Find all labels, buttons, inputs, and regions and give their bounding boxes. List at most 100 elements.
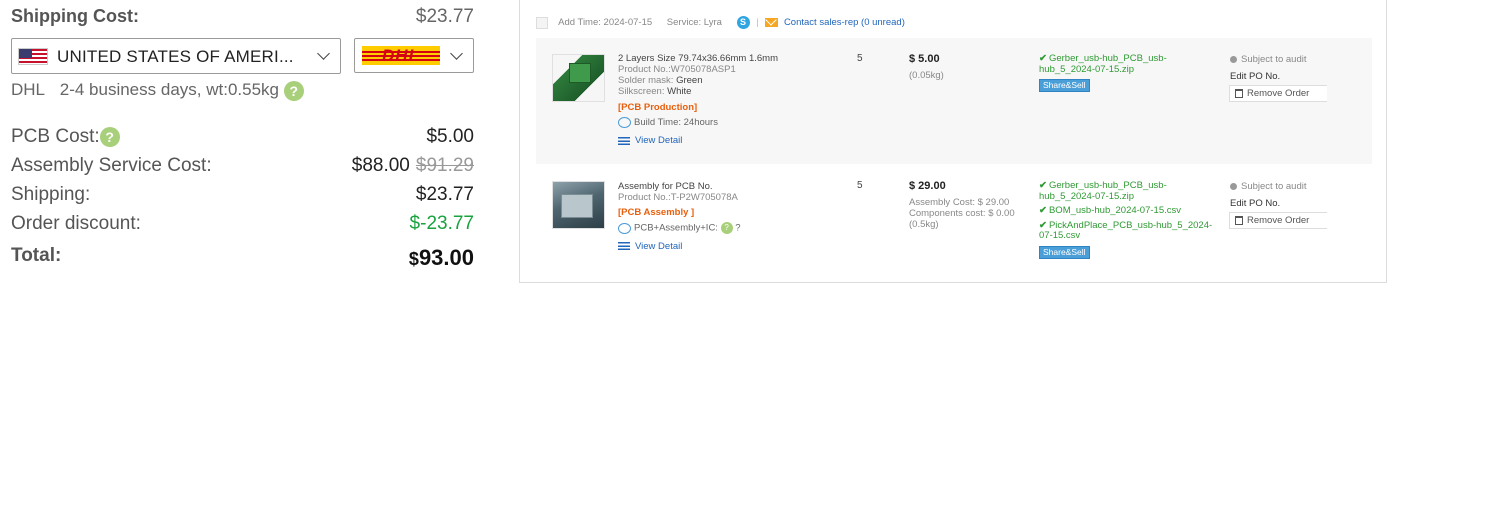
assembly-thumbnail[interactable] xyxy=(552,181,605,229)
item-status: Subject to audit Edit PO No. Remove Orde… xyxy=(1229,54,1327,102)
help-icon[interactable]: ? xyxy=(720,222,733,234)
discount-value: $-23.77 xyxy=(409,213,474,234)
check-icon: ✔ xyxy=(1039,219,1047,231)
discount-label: Order discount: xyxy=(11,213,141,234)
solder-mask-label: Solder mask: xyxy=(618,75,674,86)
assembly-cost-row: Assembly Service Cost: $88.00 $91.29 xyxy=(11,155,474,179)
status-dot-icon xyxy=(1230,182,1237,190)
pcb-cost-value: $5.00 xyxy=(426,126,474,147)
shipping-row: Shipping: $23.77 xyxy=(11,184,474,208)
share-sell-button[interactable]: Share&Sell xyxy=(1039,79,1090,92)
item-files: ✔ Gerber_usb-hub_PCB_usb-hub_5_2024-07-15… xyxy=(1039,53,1217,92)
cycle-icon xyxy=(618,117,631,128)
item-quantity: 5 xyxy=(857,53,863,64)
shipping-value: $23.77 xyxy=(415,184,474,205)
view-detail-link[interactable]: View Detail xyxy=(618,135,778,146)
trash-icon xyxy=(1235,88,1243,98)
silkscreen-label: Silkscreen: xyxy=(618,86,665,97)
mail-icon xyxy=(765,18,779,27)
build-time: Build Time: 24hours xyxy=(618,117,778,128)
carrier-name: DHL xyxy=(11,80,46,99)
item-status: Subject to audit Edit PO No. Remove Orde… xyxy=(1229,181,1327,229)
product-number: Product No.:T-P2W705078A xyxy=(618,192,738,203)
file-link[interactable]: ✔ BOM_usb-hub_2024-07-15.csv xyxy=(1039,205,1217,217)
status-dot-icon xyxy=(1230,55,1237,63)
order-checkbox[interactable] xyxy=(536,16,548,29)
check-icon: ✔ xyxy=(1039,180,1047,191)
status-text: Subject to audit xyxy=(1241,181,1307,192)
item-price: $ 29.00 xyxy=(909,180,946,192)
check-icon: ✔ xyxy=(1039,53,1047,64)
order-item-assembly: Assembly for PCB No. Product No.:T-P2W70… xyxy=(536,168,1372,278)
chevron-down-icon xyxy=(317,47,330,60)
file-link[interactable]: ✔ Gerber_usb-hub_PCB_usb-hub_5_2024-07-15… xyxy=(1039,53,1217,75)
add-time-value: 2024-07-15 xyxy=(603,17,653,29)
item-title: Assembly for PCB No. xyxy=(618,181,713,192)
country-value: UNITED STATES OF AMERI... xyxy=(57,47,294,66)
pcb-assembly-tag: [PCB Assembly ] xyxy=(618,207,695,218)
pcb-thumbnail[interactable] xyxy=(552,54,605,102)
shipping-info: DHL 2-4 business days, wt:0.55kg ? xyxy=(11,80,304,101)
assembly-cost: Assembly Cost: $ 29.00 xyxy=(909,197,1010,208)
total-value: $93.00 xyxy=(408,245,474,270)
us-flag-icon xyxy=(18,48,48,65)
pcb-production-tag: [PCB Production] xyxy=(618,102,698,113)
remove-order-button[interactable]: Remove Order xyxy=(1229,85,1327,102)
help-icon[interactable]: ? xyxy=(283,80,304,101)
order-header: Add Time: 2024-07-15 Service: Lyra S | C… xyxy=(536,16,905,29)
add-time-label: Add Time: xyxy=(558,17,601,29)
service-value: Lyra xyxy=(703,17,722,29)
check-icon: ✔ xyxy=(1039,205,1047,216)
share-sell-button[interactable]: Share&Sell xyxy=(1039,245,1090,259)
shipping-cost-value: $23.77 xyxy=(415,6,474,27)
silkscreen-value: White xyxy=(667,86,692,97)
total-row: Total: $93.00 xyxy=(11,244,474,272)
list-icon xyxy=(618,136,630,145)
item-price-block: $ 29.00 Assembly Cost: $ 29.00 Component… xyxy=(909,180,1015,231)
country-select[interactable]: UNITED STATES OF AMERI... xyxy=(11,38,341,74)
contact-sales-rep-link[interactable]: Contact sales-rep (0 unread) xyxy=(784,17,905,28)
status-text: Subject to audit xyxy=(1241,54,1307,65)
carrier-select[interactable]: DHL xyxy=(354,38,474,73)
item-weight: (0.5kg) xyxy=(909,219,939,230)
trash-icon xyxy=(1235,215,1243,225)
chevron-down-icon xyxy=(450,47,463,60)
skype-icon[interactable]: S xyxy=(736,16,750,29)
order-panel: Add Time: 2024-07-15 Service: Lyra S | C… xyxy=(519,0,1387,283)
file-link[interactable]: ✔ Gerber_usb-hub_PCB_usb-hub_5_2024-07-15… xyxy=(1039,180,1217,202)
edit-po-link[interactable]: Edit PO No. xyxy=(1230,71,1307,82)
delivery-info: 2-4 business days, wt:0.55kg xyxy=(59,80,279,99)
remove-order-button[interactable]: Remove Order xyxy=(1229,212,1327,229)
assembly-original-price: $91.29 xyxy=(415,155,474,176)
item-quantity: 5 xyxy=(857,180,863,191)
item-title: 2 Layers Size 79.74x36.66mm 1.6mm xyxy=(618,53,778,64)
service-label: Service: xyxy=(666,17,702,29)
item-description: Assembly for PCB No. Product No.:T-P2W70… xyxy=(618,181,741,252)
product-number: Product No.:W705078ASP1 xyxy=(618,64,736,75)
assembly-combo: PCB+Assembly+IC: ? ? xyxy=(618,222,741,234)
components-cost: Components cost: $ 0.00 xyxy=(909,208,1015,219)
view-detail-link[interactable]: View Detail xyxy=(618,241,741,252)
item-files: ✔ Gerber_usb-hub_PCB_usb-hub_5_2024-07-15… xyxy=(1039,180,1217,259)
total-label: Total: xyxy=(11,245,62,266)
pcb-cost-row: PCB Cost:? $5.00 xyxy=(11,126,474,150)
item-price-block: $ 5.00 (0.05kg) xyxy=(909,53,944,82)
item-weight: (0.05kg) xyxy=(909,70,944,81)
item-description: 2 Layers Size 79.74x36.66mm 1.6mm Produc… xyxy=(618,53,778,146)
help-icon[interactable]: ? xyxy=(99,126,120,147)
file-link[interactable]: ✔ PickAndPlace_PCB_usb-hub_5_2024-07-15.c… xyxy=(1039,219,1217,242)
assembly-cost-value: $88.00 xyxy=(351,155,410,176)
solder-mask-value: Green xyxy=(676,75,703,86)
shipping-label: Shipping: xyxy=(11,184,91,205)
item-price: $ 5.00 xyxy=(909,53,940,65)
edit-po-link[interactable]: Edit PO No. xyxy=(1230,198,1307,209)
shipping-cost-header: Shipping Cost: $23.77 xyxy=(11,6,474,28)
discount-row: Order discount: $-23.77 xyxy=(11,213,474,237)
assembly-cost-label: Assembly Service Cost: xyxy=(11,155,212,176)
cycle-icon xyxy=(618,222,631,234)
dhl-logo-icon: DHL xyxy=(362,46,440,65)
list-icon xyxy=(618,242,630,251)
order-item-pcb: 2 Layers Size 79.74x36.66mm 1.6mm Produc… xyxy=(536,38,1372,164)
shipping-cost-label: Shipping Cost: xyxy=(11,6,139,26)
separator: | xyxy=(756,17,759,29)
